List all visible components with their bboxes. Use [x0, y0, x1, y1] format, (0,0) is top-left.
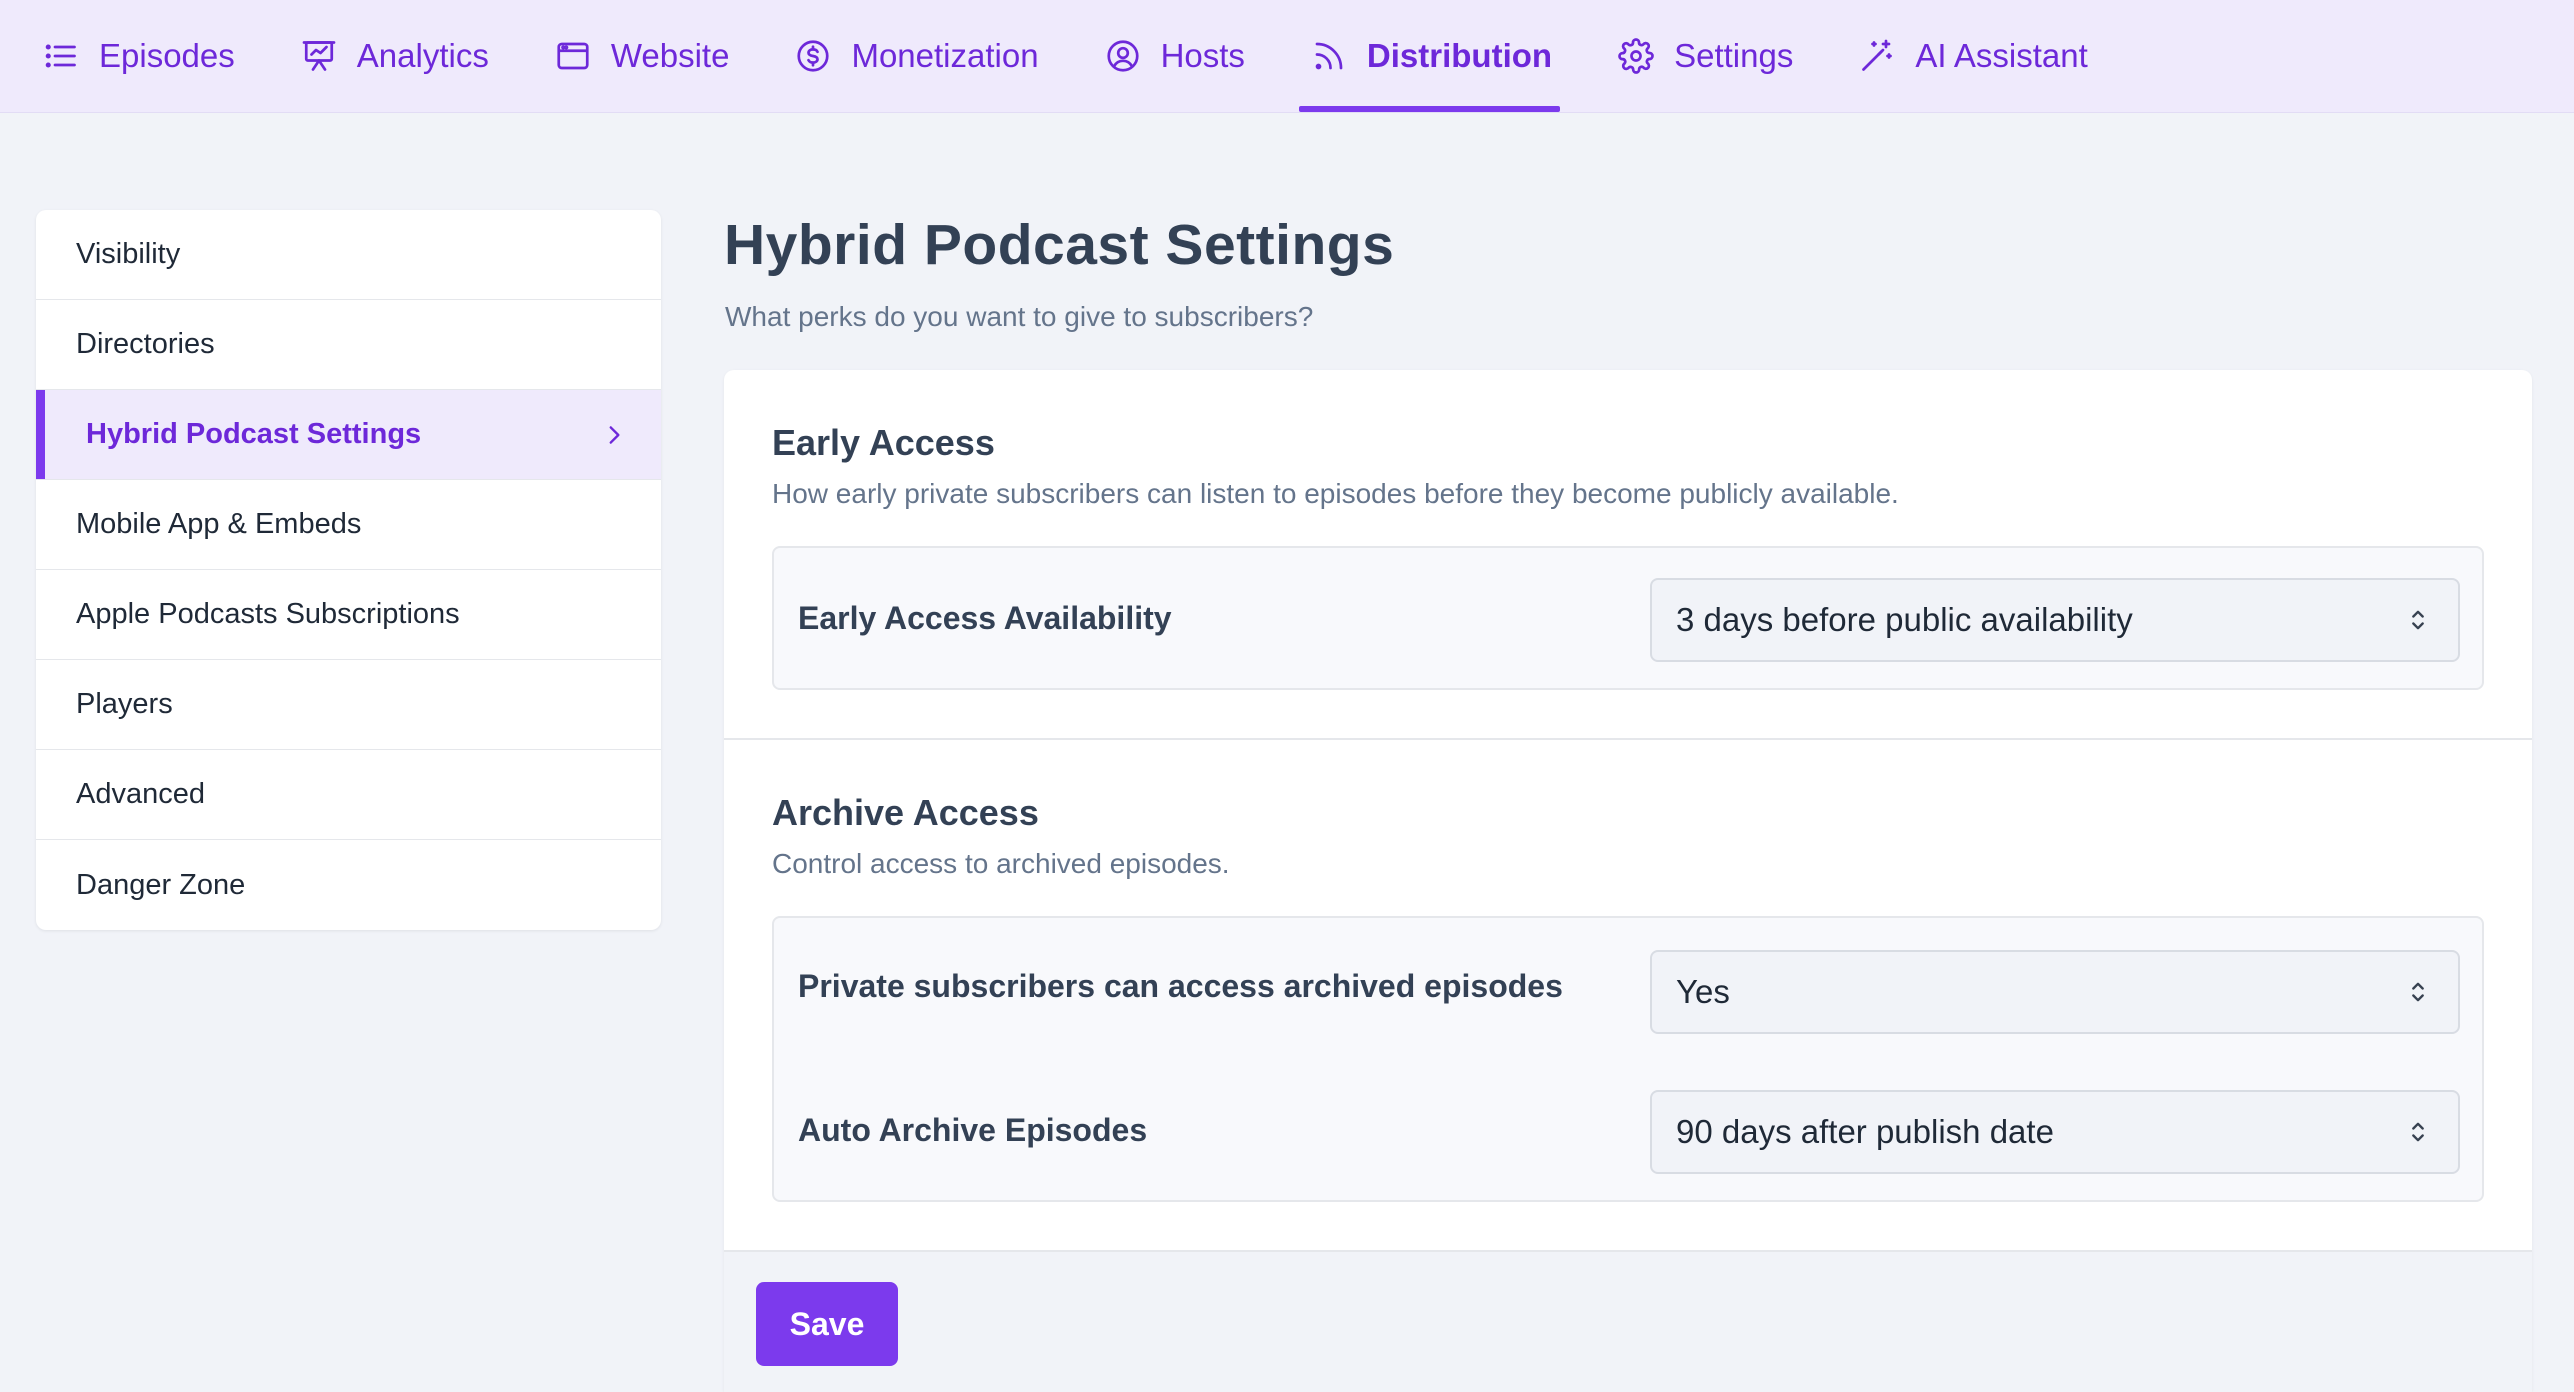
early-access-description: How early private subscribers can listen…	[772, 478, 1899, 509]
archive-access-description: Control access to archived episodes.	[772, 848, 1230, 879]
auto-archive-label: Auto Archive Episodes	[798, 1112, 1148, 1148]
nav-analytics[interactable]: Analytics	[301, 0, 489, 112]
dollar-circle-icon	[795, 38, 831, 74]
sidebar-item-label: Visibility	[76, 238, 181, 270]
sidebar-item-label: Danger Zone	[76, 868, 246, 901]
nav-hosts[interactable]: Hosts	[1105, 0, 1245, 112]
early-access-availability-select[interactable]: 3 days before public availability	[1650, 578, 2460, 662]
sidebar-item-apple-podcasts-subscriptions[interactable]: Apple Podcasts Subscriptions	[36, 570, 661, 660]
sidebar-item-label: Directories	[76, 328, 215, 360]
nav-hosts-label: Hosts	[1160, 37, 1245, 74]
auto-archive-value: 90 days after publish date	[1676, 1113, 2054, 1150]
sidebar-item-mobile-app-embeds[interactable]: Mobile App & Embeds	[36, 480, 661, 570]
browser-window-icon	[555, 38, 591, 74]
sidebar-item-label: Hybrid Podcast Settings	[86, 418, 422, 450]
nav-episodes-label: Episodes	[99, 37, 235, 74]
chevron-right-icon	[601, 422, 627, 448]
sidebar-item-advanced[interactable]: Advanced	[36, 750, 661, 840]
magic-wand-icon	[1859, 38, 1895, 74]
chevron-up-down-icon	[2412, 610, 2424, 630]
archive-access-field-group: Private subscribers can access archived …	[772, 916, 2484, 1202]
sidebar-item-players[interactable]: Players	[36, 660, 661, 750]
sidebar-item-label: Players	[76, 688, 173, 720]
nav-settings-label: Settings	[1674, 37, 1794, 74]
nav-monetization-label: Monetization	[851, 37, 1039, 74]
chevron-up-down-icon	[2412, 1122, 2424, 1142]
nav-distribution[interactable]: Distribution	[1298, 0, 1561, 112]
card-footer: Save	[724, 1250, 2532, 1392]
presentation-chart-icon	[301, 38, 337, 74]
settings-card: Early Access How early private subscribe…	[724, 370, 2532, 1392]
page-subtitle: What perks do you want to give to subscr…	[725, 301, 1314, 332]
rss-icon	[1311, 38, 1347, 74]
sidebar-item-danger-zone[interactable]: Danger Zone	[36, 840, 661, 930]
settings-sidebar: Visibility Directories Hybrid Podcast Se…	[36, 210, 661, 930]
save-button[interactable]: Save	[756, 1282, 898, 1366]
nav-website-label: Website	[610, 37, 730, 74]
early-access-availability-value: 3 days before public availability	[1676, 601, 2133, 638]
user-circle-icon	[1105, 38, 1141, 74]
early-access-title: Early Access	[772, 422, 995, 463]
gear-icon	[1618, 38, 1654, 74]
sidebar-item-visibility[interactable]: Visibility	[36, 210, 661, 300]
nav-episodes[interactable]: Episodes	[43, 0, 235, 112]
sidebar-item-label: Advanced	[76, 778, 205, 810]
sidebar-item-label: Apple Podcasts Subscriptions	[76, 598, 460, 630]
nav-distribution-label: Distribution	[1366, 37, 1553, 74]
private-subscribers-archive-value: Yes	[1676, 973, 1730, 1010]
list-icon	[43, 38, 79, 74]
sidebar-item-hybrid-podcast-settings[interactable]: Hybrid Podcast Settings	[36, 390, 661, 480]
archive-access-title: Archive Access	[772, 792, 1039, 833]
nav-analytics-label: Analytics	[356, 37, 489, 74]
nav-ai-assistant-label: AI Assistant	[1915, 37, 2088, 74]
private-subscribers-archive-select[interactable]: Yes	[1650, 950, 2460, 1034]
section-divider	[724, 738, 2532, 740]
top-navigation: Episodes Analytics Website Monetization …	[0, 0, 2574, 113]
auto-archive-select[interactable]: 90 days after publish date	[1650, 1090, 2460, 1174]
page-title: Hybrid Podcast Settings	[724, 213, 1395, 277]
sidebar-item-label: Mobile App & Embeds	[76, 508, 362, 540]
sidebar-item-directories[interactable]: Directories	[36, 300, 661, 390]
chevron-up-down-icon	[2412, 982, 2424, 1002]
nav-ai-assistant[interactable]: AI Assistant	[1859, 0, 2088, 112]
nav-website[interactable]: Website	[555, 0, 730, 112]
nav-monetization[interactable]: Monetization	[795, 0, 1039, 112]
early-access-availability-label: Early Access Availability	[798, 600, 1172, 636]
early-access-field-group: Early Access Availability 3 days before …	[772, 546, 2484, 690]
private-subscribers-archive-label: Private subscribers can access archived …	[798, 968, 1563, 1004]
nav-settings[interactable]: Settings	[1618, 0, 1793, 112]
